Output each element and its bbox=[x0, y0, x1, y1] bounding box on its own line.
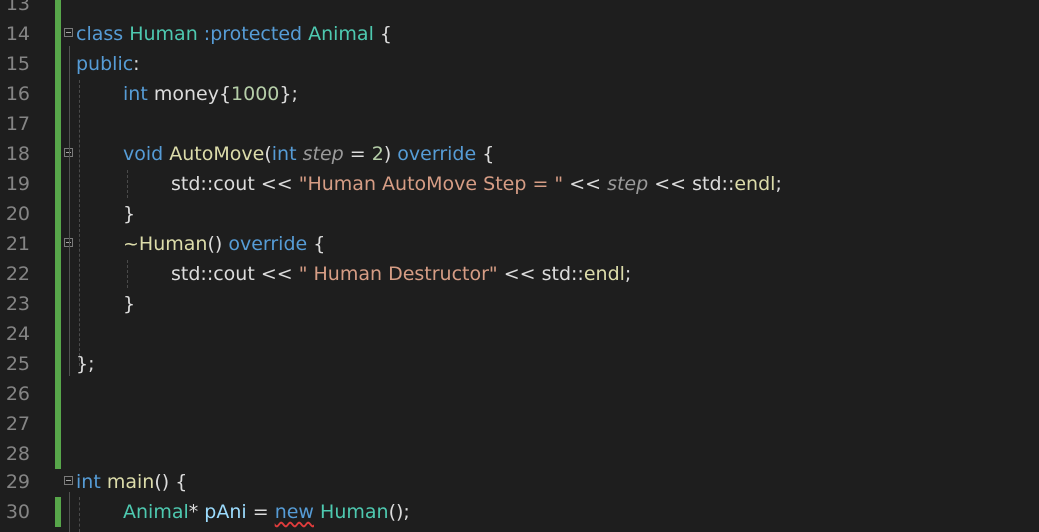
code-line: 27 bbox=[0, 409, 1039, 439]
change-indicator bbox=[55, 379, 61, 409]
change-indicator bbox=[55, 109, 61, 139]
code-line: 15 public: bbox=[0, 49, 1039, 79]
line-number: 24 bbox=[5, 323, 30, 345]
code-line: 17 bbox=[0, 109, 1039, 139]
change-indicator bbox=[55, 79, 61, 109]
change-indicator bbox=[55, 349, 61, 379]
line-number: 28 bbox=[5, 443, 30, 465]
code-editor[interactable]: 13 14 class Human :protected Animal { 15… bbox=[0, 0, 1039, 532]
code-text[interactable]: public: bbox=[76, 52, 140, 76]
change-indicator bbox=[55, 289, 61, 319]
code-line: 23 } bbox=[0, 289, 1039, 319]
change-indicator bbox=[55, 199, 61, 229]
code-line: 14 class Human :protected Animal { bbox=[0, 19, 1039, 49]
code-text[interactable]: std::cout << " Human Destructor" << std:… bbox=[171, 262, 631, 286]
code-line: 13 bbox=[0, 0, 1039, 19]
line-number: 15 bbox=[5, 53, 30, 75]
line-number: 13 bbox=[5, 0, 30, 15]
code-text[interactable]: } bbox=[123, 202, 135, 226]
error-squiggle: new bbox=[274, 501, 314, 523]
line-number: 17 bbox=[5, 113, 30, 135]
code-text[interactable]: int main() { bbox=[76, 470, 187, 494]
line-number: 25 bbox=[5, 353, 30, 375]
indent-guide bbox=[79, 80, 80, 366]
change-indicator bbox=[55, 497, 61, 527]
code-line: 16 int money{1000}; bbox=[0, 79, 1039, 109]
code-text[interactable]: ~Human() override { bbox=[123, 232, 325, 256]
code-text[interactable]: Animal* pAni = new Human(); bbox=[123, 500, 410, 524]
code-line: 24 bbox=[0, 319, 1039, 349]
code-line: 20 } bbox=[0, 199, 1039, 229]
code-line: 26 bbox=[0, 379, 1039, 409]
code-text[interactable]: void AutoMove(int step = 2) override { bbox=[123, 142, 494, 166]
line-number: 19 bbox=[5, 173, 30, 195]
line-number: 29 bbox=[5, 471, 30, 493]
line-number: 18 bbox=[5, 143, 30, 165]
line-number: 20 bbox=[5, 203, 30, 225]
collapse-icon[interactable] bbox=[64, 28, 73, 37]
code-line: 30 Animal* pAni = new Human(); bbox=[0, 497, 1039, 527]
indent-guide bbox=[127, 260, 128, 288]
change-indicator bbox=[55, 49, 61, 79]
line-number: 27 bbox=[5, 413, 30, 435]
line-number: 23 bbox=[5, 293, 30, 315]
change-indicator bbox=[55, 0, 61, 19]
code-line: 25 }; bbox=[0, 349, 1039, 379]
code-line: 29 int main() { bbox=[0, 467, 1039, 497]
code-line: 28 bbox=[0, 439, 1039, 469]
indent-guide bbox=[127, 170, 128, 198]
code-text[interactable]: } bbox=[123, 292, 135, 316]
class-scope-guide bbox=[69, 46, 70, 376]
line-number: 26 bbox=[5, 383, 30, 405]
code-text[interactable]: int money{1000}; bbox=[123, 82, 298, 106]
line-number: 16 bbox=[5, 83, 30, 105]
line-number: 14 bbox=[5, 23, 30, 45]
code-line: 19 std::cout << "Human AutoMove Step = "… bbox=[0, 169, 1039, 199]
code-text[interactable]: std::cout << "Human AutoMove Step = " <<… bbox=[171, 172, 782, 196]
change-indicator bbox=[55, 259, 61, 289]
indent-guide bbox=[79, 497, 80, 532]
code-line: 22 std::cout << " Human Destructor" << s… bbox=[0, 259, 1039, 289]
function-scope-guide bbox=[69, 492, 70, 532]
line-number: 22 bbox=[5, 263, 30, 285]
collapse-icon[interactable] bbox=[64, 476, 73, 485]
code-text[interactable]: class Human :protected Animal { bbox=[76, 22, 392, 46]
change-indicator bbox=[55, 319, 61, 349]
change-indicator bbox=[55, 139, 61, 169]
change-indicator bbox=[55, 409, 61, 439]
change-indicator bbox=[55, 439, 61, 469]
change-indicator bbox=[55, 169, 61, 199]
change-indicator bbox=[55, 19, 61, 49]
change-indicator bbox=[55, 229, 61, 259]
code-line: 18 void AutoMove(int step = 2) override … bbox=[0, 139, 1039, 169]
code-line: 21 ~Human() override { bbox=[0, 229, 1039, 259]
line-number: 30 bbox=[5, 501, 30, 523]
line-number: 21 bbox=[5, 233, 30, 255]
